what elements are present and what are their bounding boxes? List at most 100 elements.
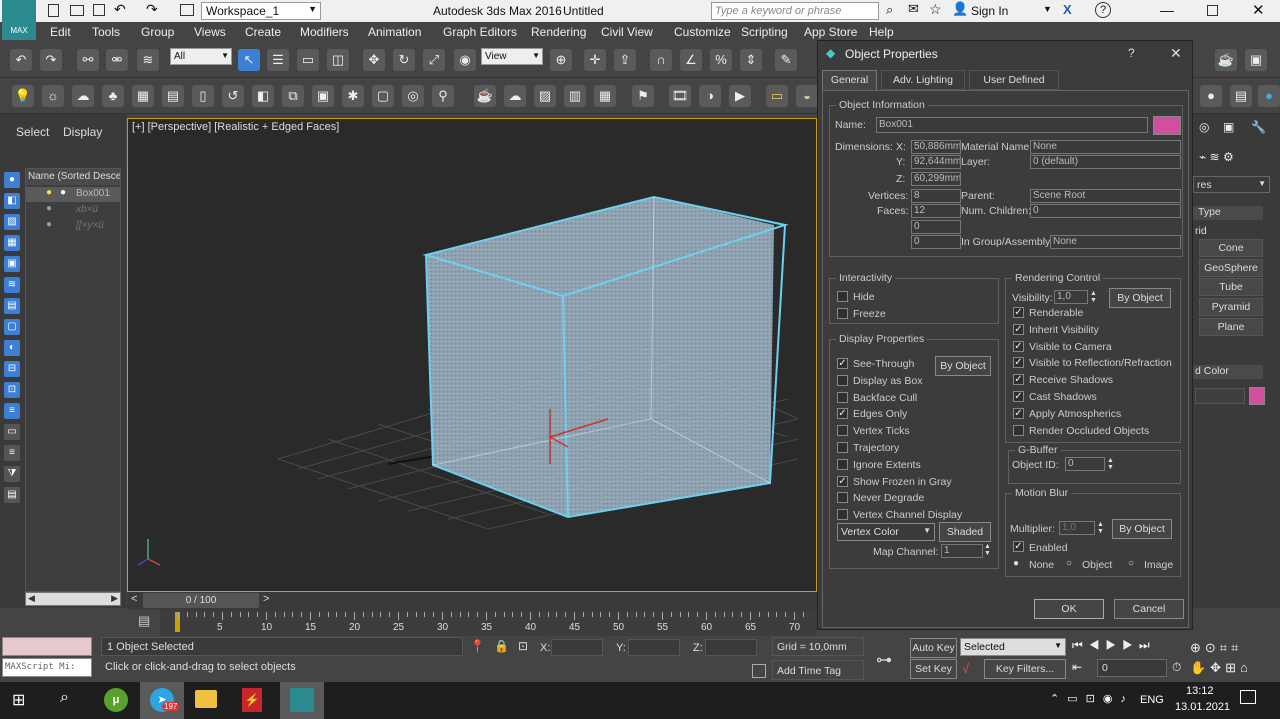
map-channel-spinner[interactable]: 1 [941,544,983,558]
time-tag-icon[interactable] [752,664,766,678]
edit-named-sets-icon[interactable]: ✎ [775,49,797,71]
app-logo[interactable]: MAX [2,0,36,40]
menu-create[interactable]: Create [245,25,281,39]
search-input[interactable]: Type a keyword or phrase [711,2,879,20]
spinner-arrows-icon[interactable]: ▲ ▼ [984,543,991,557]
tab-user-defined[interactable]: User Defined [969,70,1059,90]
radio-image[interactable]: ○ [1128,558,1134,569]
explorer-tool-icon[interactable]: ▢ [4,319,20,335]
enabled-checkbox[interactable]: ✓ [1013,541,1024,552]
explorer-tool-icon[interactable]: ≡ [4,445,20,461]
radio-object[interactable]: ○ [1066,558,1072,569]
panel-icon[interactable]: ▥ [564,85,586,107]
color-swatch[interactable] [1249,387,1265,405]
rendered-frame-icon[interactable]: ▣ [312,85,334,107]
explorer-tool-icon[interactable]: ▤ [4,487,20,503]
minimize-icon[interactable]: — [1160,2,1174,18]
dialog-help-button[interactable]: ? [1128,46,1135,60]
clock-date[interactable]: 13.01.2021 [1175,701,1230,713]
keyboard-shortcut-icon[interactable]: ⇪ [614,49,636,71]
tab-general[interactable]: General [822,70,877,90]
dialog-close-button[interactable]: ✕ [1170,45,1182,62]
shapes-icon[interactable]: ⌁ ≋ ⚙ [1199,150,1234,164]
plane-button[interactable]: Plane [1199,318,1263,336]
vertex-color-dropdown[interactable]: Vertex Color ▼ [837,523,935,541]
video-icon[interactable]: ▶ [729,85,751,107]
menu-help[interactable]: Help [869,25,894,39]
isolate-icon[interactable]: 📍 [470,639,485,653]
display-checkbox[interactable] [837,458,848,470]
select-object-icon[interactable]: ↖ [238,49,260,71]
restore-icon[interactable] [1207,5,1218,16]
selection-filter-dropdown[interactable]: All ▼ [170,48,232,65]
bulb-icon[interactable]: ● [46,187,52,198]
cone-button[interactable]: Cone [1199,239,1263,257]
render-frame-icon[interactable]: ▣ [1245,49,1267,71]
cloud-icon[interactable]: ☁ [504,85,526,107]
teapot-render-icon[interactable]: ☕ [1215,49,1237,71]
teapot-icon[interactable]: ☕ [474,85,496,107]
key-filters-button[interactable]: Key Filters... [984,659,1066,679]
tab-select[interactable]: Select [16,125,49,139]
track-bar[interactable]: 5 10 15 20 25 30 35 40 45 50 55 60 65 70 [160,610,817,636]
time-slider[interactable]: < 0 / 100 > [127,592,817,610]
display-checkbox[interactable] [837,374,848,386]
manipulate-icon[interactable]: ✛ [584,49,606,71]
hide-checkbox[interactable] [837,291,848,302]
explorer-tool-icon[interactable]: ▣ [4,256,20,272]
material-editor-icon[interactable]: ◧ [252,85,274,107]
telegram-icon[interactable]: ➤ 197 [140,682,184,719]
auto-key-button[interactable]: Auto Key [910,638,957,658]
workspace-dropdown[interactable]: Workspace_1 ▼ [201,2,321,20]
rotate-icon[interactable]: ↻ [393,49,415,71]
tab-display[interactable]: Display [63,125,102,139]
display-checkbox[interactable] [837,442,848,453]
list-item[interactable]: ● xb×ü [26,203,120,218]
key-curve-icon[interactable]: √ [962,661,969,676]
set-key-icon[interactable]: ⊶ [876,650,892,670]
list-header[interactable]: Name (Sorted Descer [26,169,120,185]
mini-curve-editor-icon[interactable]: ▤ [138,613,158,631]
clock-time[interactable]: 13:12 [1186,685,1214,697]
redo-icon[interactable]: ↷ [40,49,62,71]
explorer-tool-icon[interactable]: ⊟ [4,361,20,377]
time-slider-left-icon[interactable]: < [131,593,137,605]
image-icon[interactable]: ▨ [534,85,556,107]
unlink-icon[interactable]: ⚮ [106,49,128,71]
explorer-tool-icon[interactable]: ▨ [4,214,20,230]
menu-graph-editors[interactable]: Graph Editors [443,25,517,39]
stack-icon[interactable]: ▤ [1230,85,1252,107]
scroll-left-icon[interactable]: ◀ [28,593,35,604]
sphere-icon[interactable]: ● [1200,85,1222,107]
display-checkbox[interactable]: ✓ [837,475,848,487]
document-icon[interactable]: ▯ [192,85,214,107]
scroll-right-icon[interactable]: ▶ [111,593,118,604]
angle-snap-icon[interactable]: ∠ [680,49,702,71]
menu-views[interactable]: Views [194,25,226,39]
bind-spacewarp-icon[interactable]: ≋ [137,49,159,71]
dome-icon[interactable]: ◒ [796,85,818,107]
render-production-icon[interactable]: ✱ [342,85,364,107]
motion-blur-by-object-button[interactable]: By Object [1112,519,1172,539]
blue-sphere-icon[interactable]: ● [1258,85,1280,107]
bulb-icon[interactable]: ⚑ [632,85,654,107]
display-checkbox[interactable] [837,509,848,521]
display-checkbox[interactable] [837,391,848,403]
spinner-arrows-icon[interactable]: ▲ ▼ [1107,457,1114,471]
multiplier-spinner[interactable]: 1,0 [1059,521,1095,535]
film-icon[interactable]: 🎞 [669,85,691,107]
favorites-star-icon[interactable]: ☆ [929,1,942,18]
render-checkbox[interactable]: ✓ [1013,323,1024,335]
redo-icon[interactable]: ↷ [146,1,158,18]
window-crossing-icon[interactable]: ◫ [327,49,349,71]
explorer-tool-icon[interactable]: ▭ [4,424,20,440]
spinner-arrows-icon[interactable]: ▲ ▼ [1097,521,1104,535]
communication-icon[interactable]: ✉ [908,1,919,17]
search-icon[interactable]: ⌕ [886,2,893,18]
camera-icon[interactable]: ◎ [402,85,424,107]
spinner-arrows-icon[interactable]: ▲ ▼ [1090,290,1097,304]
explorer-tool-icon[interactable]: ● [4,172,20,188]
render-checkbox[interactable]: ✓ [1013,340,1024,352]
acrobat-icon[interactable]: ⚡ [242,688,262,712]
key-selected-dropdown[interactable]: Selected ▼ [960,638,1066,656]
